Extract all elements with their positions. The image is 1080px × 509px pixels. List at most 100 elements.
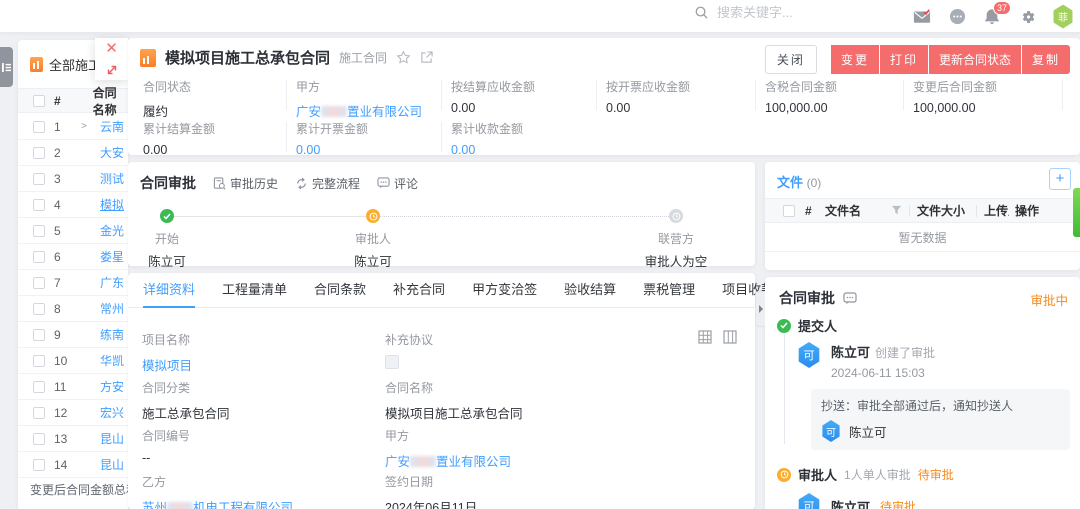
action-button[interactable]: 更新合同状态 — [929, 45, 1021, 74]
row-checkbox[interactable] — [33, 173, 45, 185]
search-input[interactable] — [717, 5, 867, 20]
row-checkbox[interactable] — [33, 303, 45, 315]
expand-panel-button[interactable] — [95, 59, 128, 80]
tab[interactable]: 工程量清单 — [222, 273, 287, 308]
gear-icon[interactable] — [1017, 7, 1037, 27]
contract-link[interactable]: 常州 — [100, 300, 124, 317]
panel-icon — [2, 63, 11, 72]
row-checkbox[interactable] — [33, 147, 45, 159]
row-index: 3 — [54, 172, 72, 186]
party-b-link[interactable]: 苏州机电工程有限公司 — [142, 497, 293, 509]
field-label: 累计开票金额 — [296, 120, 444, 137]
approval-history-link[interactable]: 审批历史 — [213, 175, 278, 192]
external-link-icon[interactable] — [420, 51, 433, 64]
tab[interactable]: 票税管理 — [643, 273, 695, 308]
chat-icon[interactable] — [947, 7, 967, 27]
table-row: 8 常州 — [18, 296, 128, 322]
expand-row-icon[interactable]: > — [81, 121, 91, 132]
project-link[interactable]: 模拟项目 — [142, 355, 192, 374]
row-checkbox[interactable] — [33, 277, 45, 289]
party-a-link[interactable]: 广安置业有限公司 — [296, 101, 444, 120]
page-title: 模拟项目施工总承包合同 — [165, 47, 330, 68]
row-checkbox[interactable] — [33, 381, 45, 393]
step-waiting-icon — [669, 209, 683, 223]
contract-link[interactable]: 昆山 — [100, 430, 124, 447]
files-actions-header: 操作 — [1015, 202, 1039, 219]
sidebar-collapse-handle[interactable] — [0, 47, 13, 87]
add-file-button[interactable]: + — [1049, 168, 1071, 190]
tab[interactable]: 详细资料 — [143, 273, 195, 308]
full-flow-link[interactable]: 完整流程 — [295, 175, 360, 192]
table-row: 4 模拟 — [18, 192, 128, 218]
tab[interactable]: 合同条款 — [314, 273, 366, 308]
star-icon[interactable] — [396, 50, 411, 65]
contract-link[interactable]: 练南 — [100, 326, 124, 343]
row-checkbox[interactable] — [33, 199, 45, 211]
filter-icon[interactable] — [891, 205, 902, 216]
submitter-label: 提交人 — [798, 316, 837, 335]
party-a-link[interactable]: 广安置业有限公司 — [385, 451, 511, 470]
total-received-link[interactable]: 0.00 — [451, 143, 599, 157]
close-panel-button[interactable]: ✕ — [95, 38, 128, 59]
top-bar: 37 菲 — [0, 0, 1080, 33]
step-person: 陈立可 — [107, 251, 227, 270]
contract-link[interactable]: 大安 — [100, 144, 124, 161]
comment-link[interactable]: 评论 — [377, 175, 418, 192]
field-value: 施工总承包合同 — [142, 403, 230, 422]
tab[interactable]: 补充合同 — [393, 273, 445, 308]
total-invoice-link[interactable]: 0.00 — [296, 143, 444, 157]
action-button[interactable]: 变更 — [831, 45, 879, 74]
approver-mode: 1人单人审批 — [844, 466, 911, 483]
files-card: 文件 (0) + # 文件名 文件大小 上传人 操作 暂无数据 — [765, 162, 1080, 270]
close-button[interactable]: 关闭 — [765, 45, 817, 74]
supplement-checkbox[interactable] — [385, 355, 399, 369]
action-button[interactable]: 复制 — [1022, 45, 1070, 74]
panel-collapse-handle[interactable] — [755, 291, 765, 327]
row-checkbox[interactable] — [33, 225, 45, 237]
action-button[interactable]: 打印 — [880, 45, 928, 74]
contract-link[interactable]: 广东 — [100, 274, 124, 291]
row-checkbox[interactable] — [33, 121, 45, 133]
row-checkbox[interactable] — [33, 355, 45, 367]
field-label: 合同编号 — [142, 427, 190, 444]
user-avatar[interactable]: 菲 — [1052, 5, 1074, 29]
files-count: (0) — [807, 176, 822, 190]
search-icon[interactable] — [694, 5, 709, 20]
mail-icon[interactable] — [912, 7, 932, 27]
contract-link[interactable]: 华凯 — [100, 352, 124, 369]
bell-icon[interactable]: 37 — [982, 7, 1002, 27]
comment-icon[interactable] — [843, 292, 857, 305]
status-badge: 审批中 — [1030, 290, 1068, 309]
row-checkbox[interactable] — [33, 459, 45, 471]
tab[interactable]: 甲方变洽签 — [472, 273, 537, 308]
field-value: 0.00 — [143, 143, 291, 157]
row-checkbox[interactable] — [33, 433, 45, 445]
timestamp: 2024-06-11 15:03 — [831, 366, 935, 380]
files-size-header: 文件大小 — [917, 202, 969, 219]
contract-link[interactable]: 测试 — [100, 170, 124, 187]
tab[interactable]: 验收结算 — [564, 273, 616, 308]
field-value: 模拟项目施工总承包合同 — [385, 403, 523, 422]
select-all-checkbox[interactable] — [33, 95, 45, 107]
row-checkbox[interactable] — [33, 251, 45, 263]
contract-link[interactable]: 宏兴 — [100, 404, 124, 421]
files-uploader-header: 上传人 — [984, 202, 1009, 219]
step-title: 开始 — [107, 230, 227, 247]
empty-state: 暂无数据 — [765, 223, 1080, 252]
contract-link[interactable]: 方安 — [100, 378, 124, 395]
row-checkbox[interactable] — [33, 407, 45, 419]
table-row: 7 广东 — [18, 270, 128, 296]
contract-link[interactable]: 昆山 — [100, 456, 124, 473]
row-index: 12 — [54, 406, 72, 420]
files-select-all-checkbox[interactable] — [783, 205, 795, 217]
field-value: 0.00 — [451, 101, 599, 115]
row-checkbox[interactable] — [33, 329, 45, 341]
contract-link[interactable]: 云南 — [100, 118, 124, 135]
grid-view-icon[interactable] — [698, 330, 712, 344]
contract-link[interactable]: 模拟 — [100, 196, 124, 213]
table-row: 12 宏兴 — [18, 400, 128, 426]
column-view-icon[interactable] — [723, 330, 737, 344]
table-row: 11 方安 — [18, 374, 128, 400]
scrollbar-thumb[interactable] — [1073, 188, 1080, 237]
table-row: 14 昆山 — [18, 452, 128, 478]
